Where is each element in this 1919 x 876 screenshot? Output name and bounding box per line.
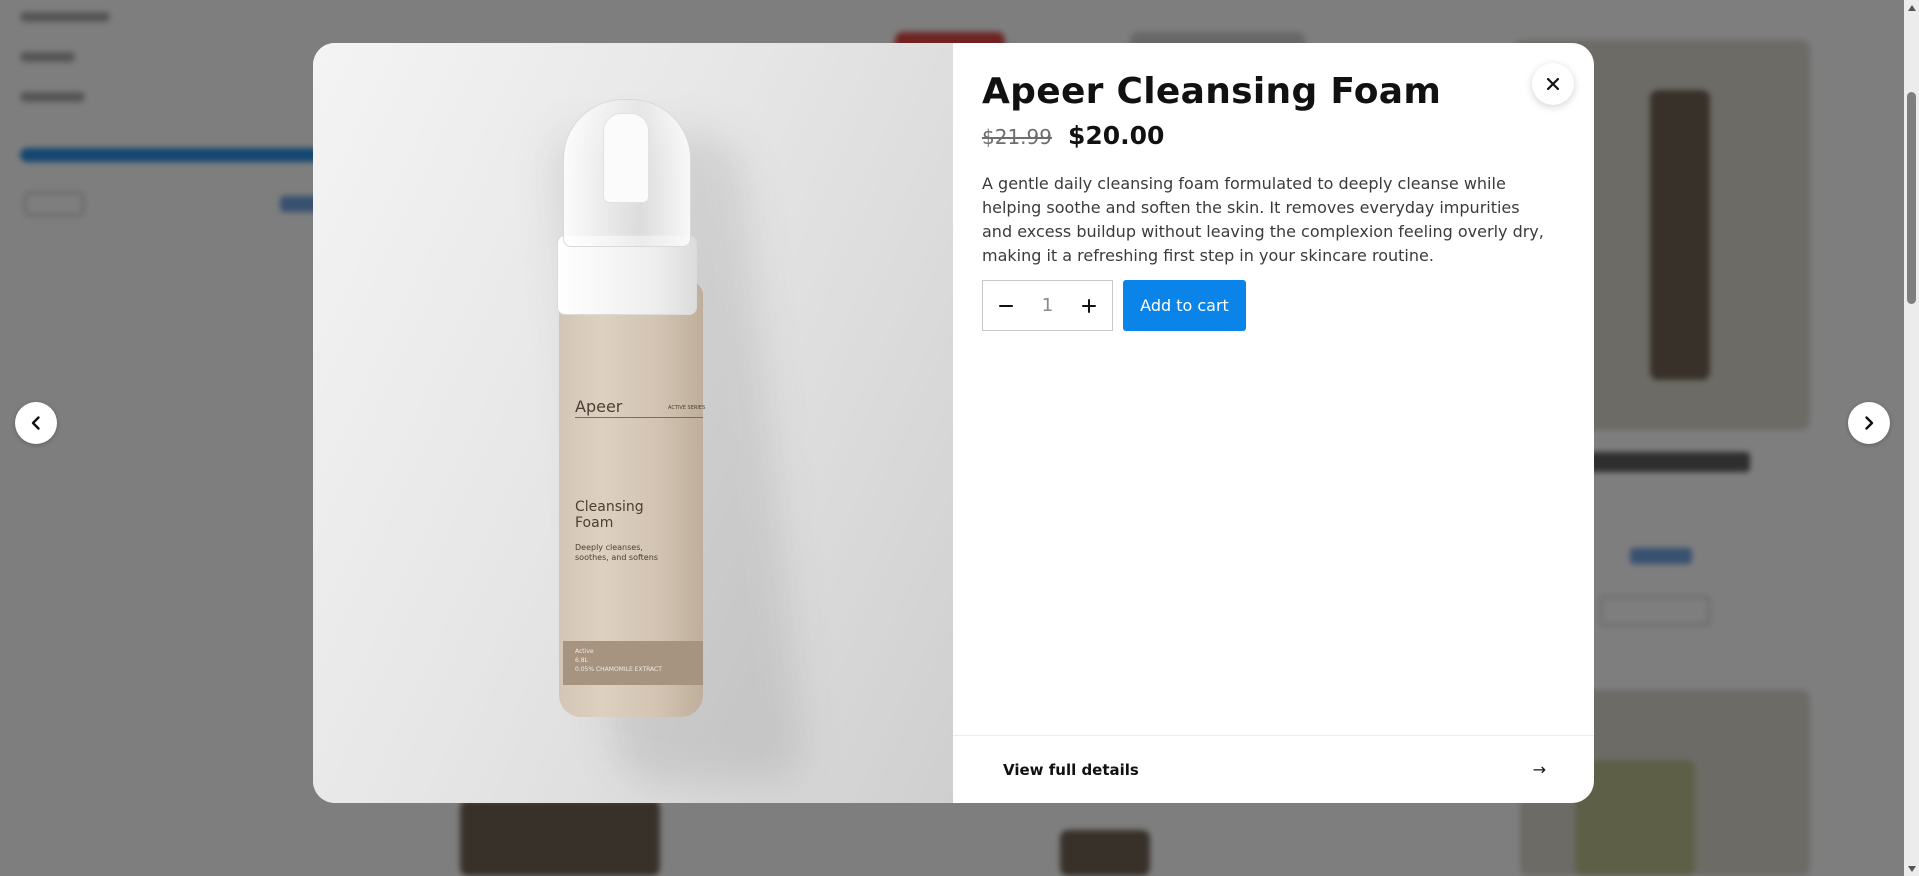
- package-band-text: Active 6.8L 0.05% CHAMOMILE EXTRACT: [575, 647, 662, 674]
- decrease-quantity-button[interactable]: [995, 295, 1017, 317]
- scroll-thumb[interactable]: [1907, 92, 1916, 304]
- page-scrollbar[interactable]: [1904, 0, 1919, 876]
- increase-quantity-button[interactable]: [1078, 295, 1100, 317]
- quantity-stepper: [982, 280, 1113, 331]
- scroll-up-button[interactable]: [1904, 0, 1919, 15]
- view-full-details-label: View full details: [1003, 760, 1139, 779]
- product-description: A gentle daily cleansing foam formulated…: [982, 174, 1544, 265]
- package-name-line: Foam: [575, 515, 614, 531]
- scroll-down-button[interactable]: [1904, 861, 1919, 876]
- previous-product-button[interactable]: [15, 402, 57, 444]
- package-brand: Apeer: [575, 397, 623, 416]
- sale-price: $20.00: [1067, 121, 1165, 150]
- next-product-button[interactable]: [1848, 402, 1890, 444]
- package-desc-line: soothes, and softens: [575, 553, 658, 562]
- view-full-details-link[interactable]: View full details →: [953, 735, 1594, 803]
- quick-view-modal: Apeer ACTIVE SERIES Cleansing Foam Deepl…: [313, 43, 1594, 803]
- price-row: $21.99 $20.00: [982, 121, 1594, 150]
- original-price: $21.99: [982, 125, 1052, 149]
- buy-row: Add to cart: [982, 280, 1594, 331]
- minus-icon: [999, 304, 1013, 307]
- close-modal-button[interactable]: [1532, 63, 1574, 105]
- chevron-right-icon: [1865, 416, 1874, 430]
- bottle-collar: [557, 235, 697, 315]
- add-to-cart-button[interactable]: Add to cart: [1123, 280, 1246, 331]
- plus-icon: [1082, 298, 1096, 313]
- package-band-line: 6.8L: [575, 657, 588, 664]
- package-desc-line: Deeply cleanses,: [575, 543, 643, 552]
- package-band-line: Active: [575, 648, 594, 655]
- package-product-name: Cleansing Foam: [575, 499, 644, 531]
- quantity-input[interactable]: [1027, 295, 1068, 316]
- arrow-right-icon: →: [1532, 760, 1546, 779]
- scroll-down-icon: [1907, 865, 1916, 872]
- product-image: Apeer ACTIVE SERIES Cleansing Foam Deepl…: [313, 43, 953, 803]
- product-title: Apeer Cleansing Foam: [982, 71, 1442, 112]
- package-line-tag: ACTIVE SERIES: [668, 405, 706, 411]
- package-divider: [575, 417, 703, 418]
- close-icon: [1546, 77, 1560, 91]
- package-band-line: 0.05% CHAMOMILE EXTRACT: [575, 666, 662, 673]
- package-name-line: Cleansing: [575, 499, 644, 515]
- scroll-up-icon: [1907, 4, 1916, 11]
- product-info-panel: Apeer Cleansing Foam $21.99 $20.00 A gen…: [953, 43, 1594, 803]
- chevron-left-icon: [31, 416, 40, 430]
- bottle-pump: [603, 113, 649, 203]
- package-description: Deeply cleanses, soothes, and softens: [575, 543, 658, 563]
